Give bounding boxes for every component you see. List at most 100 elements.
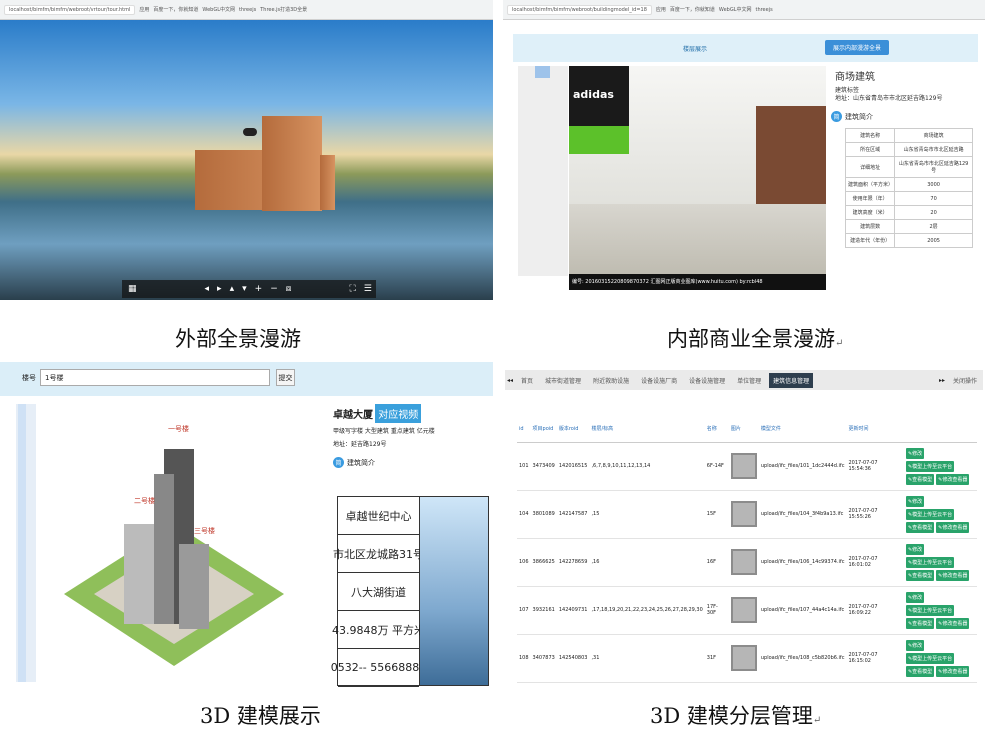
bookmark[interactable]: 百度一下，你就知道 xyxy=(153,6,198,13)
bookmark[interactable]: 应用 xyxy=(139,6,149,13)
cell-image xyxy=(728,586,759,635)
view-button[interactable]: ✎查看模型 xyxy=(905,665,935,677)
building-type: 建筑标签 xyxy=(835,87,860,94)
submit-button[interactable]: 提交 xyxy=(276,369,295,386)
caption-interior: 内部商业全景漫游↵ xyxy=(667,323,843,353)
floor-thumbnail[interactable] xyxy=(730,597,757,623)
arrow-down-icon[interactable]: ▾ xyxy=(242,284,247,294)
edit-button[interactable]: ✎修改 xyxy=(905,591,925,603)
building-address: 地址：山东省青岛市市北区延吉路129号 xyxy=(835,95,943,102)
floor-item-selected[interactable] xyxy=(535,66,550,78)
building-info: 商场建筑 建筑标签 地址：山东省青岛市市北区延吉路129号 简 建筑简介 建筑名… xyxy=(831,66,976,248)
cell-name: 15F xyxy=(704,490,729,539)
show-interior-button[interactable]: 展示内部漫游全景 xyxy=(825,40,890,55)
building-detail: 卓越大厦 对应视频 甲级写字楼 大型建筑 重点建筑 亿元楼 地址：延吉路129号… xyxy=(331,404,493,687)
building-shape xyxy=(320,155,335,210)
zoom-out-icon[interactable]: − xyxy=(270,284,278,294)
cell-poid: 3407873 xyxy=(530,634,557,683)
change-viewer-button[interactable]: ✎修改查看器 xyxy=(936,521,970,533)
upload-button[interactable]: ✎模型上传至云平台 xyxy=(905,652,955,664)
interior-panorama-screenshot: localhost/bimfm/bimfm/webroot/buildingmo… xyxy=(503,0,985,300)
building-tags: 甲级写字楼 大型建筑 重点建筑 亿元楼 xyxy=(333,428,435,435)
upload-button[interactable]: ✎模型上传至云平台 xyxy=(905,604,955,616)
caption-model-display: 3D 建模展示 xyxy=(200,704,321,728)
col-image: 图片 xyxy=(728,416,759,443)
cell-actions: ✎修改✎模型上传至云平台 ✎查看模型 ✎修改查看器 xyxy=(902,538,977,587)
scroll-track[interactable] xyxy=(16,404,36,682)
bookmark[interactable]: 百度一下，你就知道 xyxy=(670,6,715,13)
tab-vendor[interactable]: 设备设施厂商 xyxy=(637,373,681,388)
table-row: 详细地址 山东省青岛市市北区延吉路129号 xyxy=(844,156,973,178)
zoom-in-icon[interactable]: + xyxy=(255,284,263,294)
col-name: 名称 xyxy=(704,416,729,443)
floor-thumbnail[interactable] xyxy=(730,549,757,575)
table-value: 2层 xyxy=(894,219,973,234)
cell-actions: ✎修改✎模型上传至云平台 ✎查看模型 ✎修改查看器 xyxy=(902,634,977,683)
building-title: 卓越大厦 xyxy=(333,410,373,421)
cell-file: upload/ifc_files/107_44a4c14a.ifc xyxy=(758,586,847,635)
address-bar[interactable]: localhost/bimfm/bimfm/webroot/vrtour/tou… xyxy=(4,4,136,15)
view-button[interactable]: ✎查看模型 xyxy=(905,473,935,485)
helicopter-hotspot-icon[interactable] xyxy=(243,128,257,136)
floor-thumbnail[interactable] xyxy=(730,645,757,671)
bookmark[interactable]: WebGL中文网 xyxy=(202,6,235,13)
fullscreen-icon[interactable]: ⛶ xyxy=(349,284,355,294)
bookmark[interactable]: WebGL中文网 xyxy=(719,6,752,13)
upload-button[interactable]: ✎模型上传至云平台 xyxy=(905,460,955,472)
table-row: 106 3866625 142278659 ,16 16F upload/ifc… xyxy=(517,538,977,587)
video-button[interactable]: 对应视频 xyxy=(375,404,422,423)
table-value: 山东省青岛市市北区延吉路 xyxy=(894,142,973,157)
address-bar[interactable]: localhost/bimfm/bimfm/webroot/buildingmo… xyxy=(507,4,652,15)
table-value: 3000 xyxy=(894,177,973,192)
upload-button[interactable]: ✎模型上传至云平台 xyxy=(905,508,955,520)
tab-facility[interactable]: 设备设施管理 xyxy=(685,373,729,388)
edit-button[interactable]: ✎修改 xyxy=(905,495,925,507)
cell-roid: 142016515 xyxy=(556,442,590,491)
bookmark[interactable]: Three.js打造3D全景 xyxy=(260,6,307,13)
3d-model-view[interactable]: 一号楼 二号楼 三号楼 xyxy=(54,404,324,684)
view-button[interactable]: ✎查看模型 xyxy=(905,569,935,581)
info-board: 卓越世纪中心 市北区龙城路31号 八大湖街道 43.9848万 平方米 0532… xyxy=(331,496,489,687)
edit-button[interactable]: ✎修改 xyxy=(905,543,925,555)
info-icon: 简 xyxy=(831,111,842,122)
tab-rescue[interactable]: 附近救助设施 xyxy=(589,373,633,388)
cell-file: upload/ifc_files/106_14c99374.ifc xyxy=(758,538,847,587)
floor-thumbnail[interactable] xyxy=(730,453,757,479)
bookmark[interactable]: threejs xyxy=(239,7,256,13)
floor-select[interactable]: 1号楼 xyxy=(40,369,270,386)
back-icon[interactable]: ◂◂ xyxy=(507,377,513,384)
mall-photo[interactable]: adidas 编号: 20160315220809870372 汇图网正版商业图… xyxy=(569,66,826,290)
cell-name: 16F xyxy=(704,538,729,587)
browser-bar: localhost/bimfm/bimfm/webroot/vrtour/tou… xyxy=(0,0,493,20)
board-cell: 43.9848万 平方米 xyxy=(332,611,425,649)
bookmark[interactable]: 应用 xyxy=(656,6,666,13)
floor-header: 楼层展示 展示内部漫游全景 xyxy=(513,34,978,62)
arrow-left-icon[interactable]: ◂ xyxy=(205,284,210,294)
scrollbar[interactable] xyxy=(18,404,26,682)
change-viewer-button[interactable]: ✎修改查看器 xyxy=(936,665,970,677)
table-value: 山东省青岛市市北区延吉路129号 xyxy=(894,156,973,178)
upload-button[interactable]: ✎模型上传至云平台 xyxy=(905,556,955,568)
panorama-view[interactable] xyxy=(0,20,493,300)
change-viewer-button[interactable]: ✎修改查看器 xyxy=(936,473,970,485)
edit-button[interactable]: ✎修改 xyxy=(905,639,925,651)
cell-poid: 3932161 xyxy=(530,586,557,635)
tab-building-info[interactable]: 建筑信息管理 xyxy=(769,372,814,388)
change-viewer-button[interactable]: ✎修改查看器 xyxy=(936,569,970,581)
thumbnails-icon[interactable]: ▦ xyxy=(128,284,137,294)
bookmark[interactable]: threejs xyxy=(755,7,772,13)
tab-home[interactable]: 首页 xyxy=(517,373,537,388)
vr-icon[interactable]: ⧈ xyxy=(286,284,292,294)
menu-icon[interactable]: ☰ xyxy=(364,284,372,294)
arrow-up-icon[interactable]: ▴ xyxy=(230,284,235,294)
close-ops-button[interactable]: 关闭操作 xyxy=(949,373,981,388)
change-viewer-button[interactable]: ✎修改查看器 xyxy=(936,617,970,629)
floor-thumbnail[interactable] xyxy=(730,501,757,527)
view-button[interactable]: ✎查看模型 xyxy=(905,617,935,629)
tab-street[interactable]: 城市街道管理 xyxy=(541,373,585,388)
tab-unit[interactable]: 单位管理 xyxy=(733,373,765,388)
arrow-right-icon[interactable]: ▸ xyxy=(217,284,222,294)
view-button[interactable]: ✎查看模型 xyxy=(905,521,935,533)
edit-button[interactable]: ✎修改 xyxy=(905,447,925,459)
forward-icon[interactable]: ▸▸ xyxy=(939,377,945,384)
